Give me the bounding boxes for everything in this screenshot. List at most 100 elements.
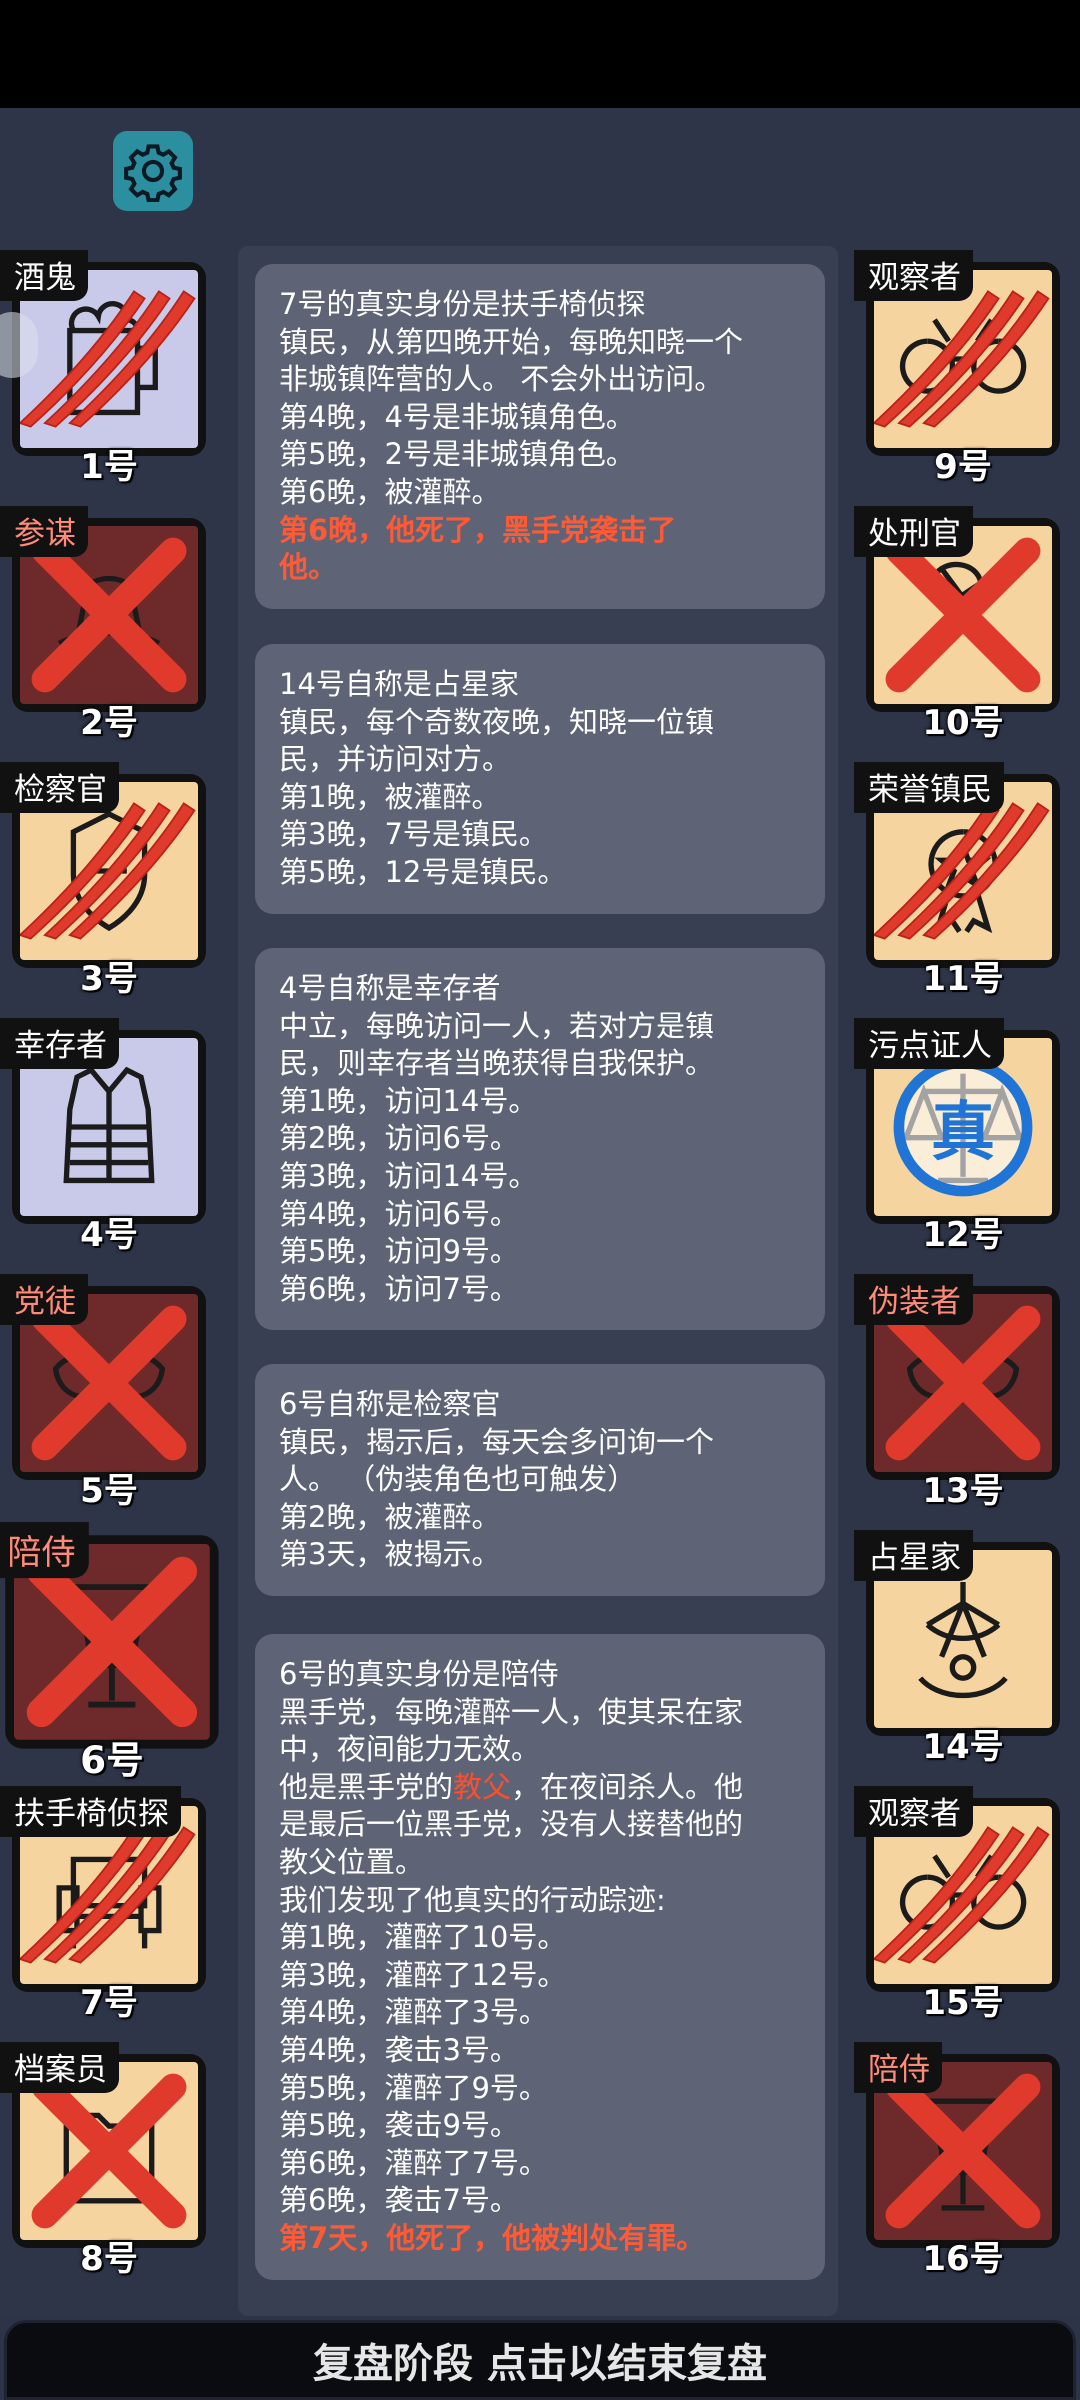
player-card[interactable]: 处刑官 10号 xyxy=(854,506,1072,743)
log-entry-line: 人。 （伪装角色也可触发） xyxy=(279,1462,637,1497)
role-name-label: 占星家 xyxy=(854,1530,973,1581)
log-entry-line: 第6晚，他死了，黑手党袭击了 xyxy=(279,512,677,547)
log-entry-line: 镇民，揭示后，每天会多问询一个 xyxy=(279,1424,715,1459)
log-entry-line: 第3晚，7号是镇民。 xyxy=(279,817,548,852)
log-entry-line: 他。 xyxy=(279,550,338,585)
role-name-label: 污点证人 xyxy=(854,1018,1004,1069)
log-entry-line: 第4晚，袭击3号。 xyxy=(279,2032,519,2067)
log-entry: 6号自称是检察官 镇民，揭示后，每天会多问询一个 人。 （伪装角色也可触发） 第2晚，… xyxy=(255,1364,825,1596)
role-name-label: 伪装者 xyxy=(854,1274,973,1325)
player-number: 3号 xyxy=(80,959,138,999)
player-card[interactable]: 幸存者 4号 xyxy=(0,1018,218,1255)
log-entry-line: 中立，每晚访问一人，若对方是镇 xyxy=(279,1008,715,1043)
role-name-label: 酒鬼 xyxy=(0,250,88,301)
log-entry-line: 第5晚，访问9号。 xyxy=(279,1234,519,1269)
log-entry-title: 14号自称是占星家 xyxy=(279,667,519,701)
log-entry-line: 第6晚，访问7号。 xyxy=(279,1271,519,1306)
player-number: 14号 xyxy=(922,1727,1004,1767)
role-name-label: 参谋 xyxy=(0,506,88,557)
player-number: 9号 xyxy=(934,447,992,487)
player-number: 8号 xyxy=(80,2239,138,2279)
log-entry-line: 镇民，每个奇数夜晚，知晓一位镇 xyxy=(279,704,715,739)
player-card[interactable]: 扶手椅侦探 7号 xyxy=(0,1786,218,2023)
player-card[interactable]: 检察官 3号 xyxy=(0,762,218,999)
line-text: 他是黑手党的 xyxy=(279,1769,454,1804)
log-entry-line: 第2晚，访问6号。 xyxy=(279,1121,519,1156)
log-entry-line: 第4晚，灌醉了3号。 xyxy=(279,1995,548,2030)
player-card[interactable]: 陪侍 6号 xyxy=(0,1522,232,1783)
role-name-label: 党徒 xyxy=(0,1274,88,1325)
player-number: 15号 xyxy=(922,1983,1004,2023)
log-entry-title: 4号自称是幸存者 xyxy=(279,971,501,1005)
player-number: 11号 xyxy=(922,959,1004,999)
log-entry: 4号自称是幸存者 中立，每晚访问一人，若对方是镇 民，则幸存者当晚获得自我保护。 第1… xyxy=(255,948,825,1330)
player-card[interactable]: 参谋 2号 xyxy=(0,506,218,743)
player-card[interactable]: 荣誉镇民 11号 xyxy=(854,762,1072,999)
player-number: 13号 xyxy=(922,1471,1004,1511)
role-name-label: 观察者 xyxy=(854,1786,973,1837)
log-entry-line: 中，夜间能力无效。 xyxy=(279,1732,541,1767)
log-entry-line: 第2晚，被灌醉。 xyxy=(279,1499,501,1534)
log-entry-line: 第6晚，袭击7号。 xyxy=(279,2183,519,2218)
player-number: 1号 xyxy=(80,447,138,487)
godfather-highlight: 教父 xyxy=(453,1769,512,1804)
player-card[interactable]: 伪装者 13号 xyxy=(854,1274,1072,1511)
log-entry-line: 第6晚，灌醉了7号。 xyxy=(279,2145,548,2180)
role-name-label: 档案员 xyxy=(0,2042,119,2093)
log-entry-line: 是最后一位黑手党，没有人接替他的 xyxy=(279,1807,744,1842)
player-card[interactable]: 占星家 14号 xyxy=(854,1530,1072,1767)
review-log-panel[interactable]: 7号的真实身份是扶手椅侦探 镇民，从第四晚开始，每晚知晓一个 非城镇阵营的人。 不会… xyxy=(238,246,838,2316)
player-card[interactable]: 党徒 5号 xyxy=(0,1274,218,1511)
log-entry-line: 第4晚，访问6号。 xyxy=(279,1196,519,1231)
log-entry: 7号的真实身份是扶手椅侦探 镇民，从第四晚开始，每晚知晓一个 非城镇阵营的人。 不会… xyxy=(255,264,825,609)
player-number: 16号 xyxy=(922,2239,1004,2279)
role-name-label: 陪侍 xyxy=(0,1522,89,1579)
log-entry-line: 民，并访问对方。 xyxy=(279,742,512,777)
status-bar xyxy=(0,0,1080,108)
log-entry-line: 第5晚，12号是镇民。 xyxy=(279,854,567,889)
player-number: 6号 xyxy=(80,1738,144,1783)
line-text: ，在夜间杀人。他 xyxy=(511,1769,744,1804)
log-entry-line: 第1晚，灌醉了10号。 xyxy=(279,1920,567,1955)
log-entry-line: 第5晚，2号是非城镇角色。 xyxy=(279,437,635,472)
log-entry-line: 镇民，从第四晚开始，每晚知晓一个 xyxy=(279,324,744,359)
log-entry-title: 7号的真实身份是扶手椅侦探 xyxy=(279,287,646,321)
player-card[interactable]: 观察者 9号 xyxy=(854,250,1072,487)
log-entry-line: 民，则幸存者当晚获得自我保护。 xyxy=(279,1046,715,1081)
log-entry-line: 我们发现了他真实的行动踪迹: xyxy=(279,1882,666,1917)
log-entry-line: 第4晚，4号是非城镇角色。 xyxy=(279,399,635,434)
log-entry-line: 第5晚，灌醉了9号。 xyxy=(279,2070,548,2105)
player-card[interactable]: 真污点证人 12号 xyxy=(854,1018,1072,1255)
log-entry-line: 教父位置。 xyxy=(279,1844,425,1879)
player-number: 5号 xyxy=(80,1471,138,1511)
player-card[interactable]: 观察者 15号 xyxy=(854,1786,1072,2023)
end-review-label: 复盘阶段 点击以结束复盘 xyxy=(313,2341,767,2387)
log-entry-line: 第1晚，访问14号。 xyxy=(279,1083,538,1118)
end-review-button[interactable]: 复盘阶段 点击以结束复盘 xyxy=(4,2320,1076,2400)
log-entry-line: 黑手党，每晚灌醉一人，使其呆在家 xyxy=(279,1694,744,1729)
player-number: 4号 xyxy=(80,1215,138,1255)
player-number: 12号 xyxy=(922,1215,1004,1255)
role-name-label: 幸存者 xyxy=(0,1018,119,1069)
log-entry-title: 6号的真实身份是陪侍 xyxy=(279,1657,559,1691)
settings-button[interactable] xyxy=(113,131,193,211)
role-name-label: 处刑官 xyxy=(854,506,973,557)
log-entry-line: 第3晚，访问14号。 xyxy=(279,1158,538,1193)
log-entry: 14号自称是占星家 镇民，每个奇数夜晚，知晓一位镇 民，并访问对方。 第1晚，被灌醉。… xyxy=(255,644,825,914)
log-entry-line: 非城镇阵营的人。 不会外出访问。 xyxy=(279,362,724,397)
role-name-label: 荣誉镇民 xyxy=(854,762,1004,813)
player-card[interactable]: 陪侍 16号 xyxy=(854,2042,1072,2279)
player-number: 10号 xyxy=(922,703,1004,743)
log-entry-line: 第7天，他死了，他被判处有罪。 xyxy=(279,2220,706,2255)
log-entry-line: 第3天，被揭示。 xyxy=(279,1537,501,1572)
player-number: 2号 xyxy=(80,703,138,743)
floating-handle[interactable] xyxy=(0,312,38,378)
log-entry-line: 第1晚，被灌醉。 xyxy=(279,779,501,814)
log-entry-title: 6号自称是检察官 xyxy=(279,1387,501,1421)
log-entry: 6号的真实身份是陪侍 黑手党，每晚灌醉一人，使其呆在家 中，夜间能力无效。 他是黑手党… xyxy=(255,1634,825,2280)
role-name-label: 扶手椅侦探 xyxy=(0,1786,181,1837)
player-card[interactable]: 档案员 8号 xyxy=(0,2042,218,2279)
log-entry-line: 第5晚，袭击9号。 xyxy=(279,2108,519,2143)
role-name-label: 检察官 xyxy=(0,762,119,813)
player-number: 7号 xyxy=(80,1983,138,2023)
